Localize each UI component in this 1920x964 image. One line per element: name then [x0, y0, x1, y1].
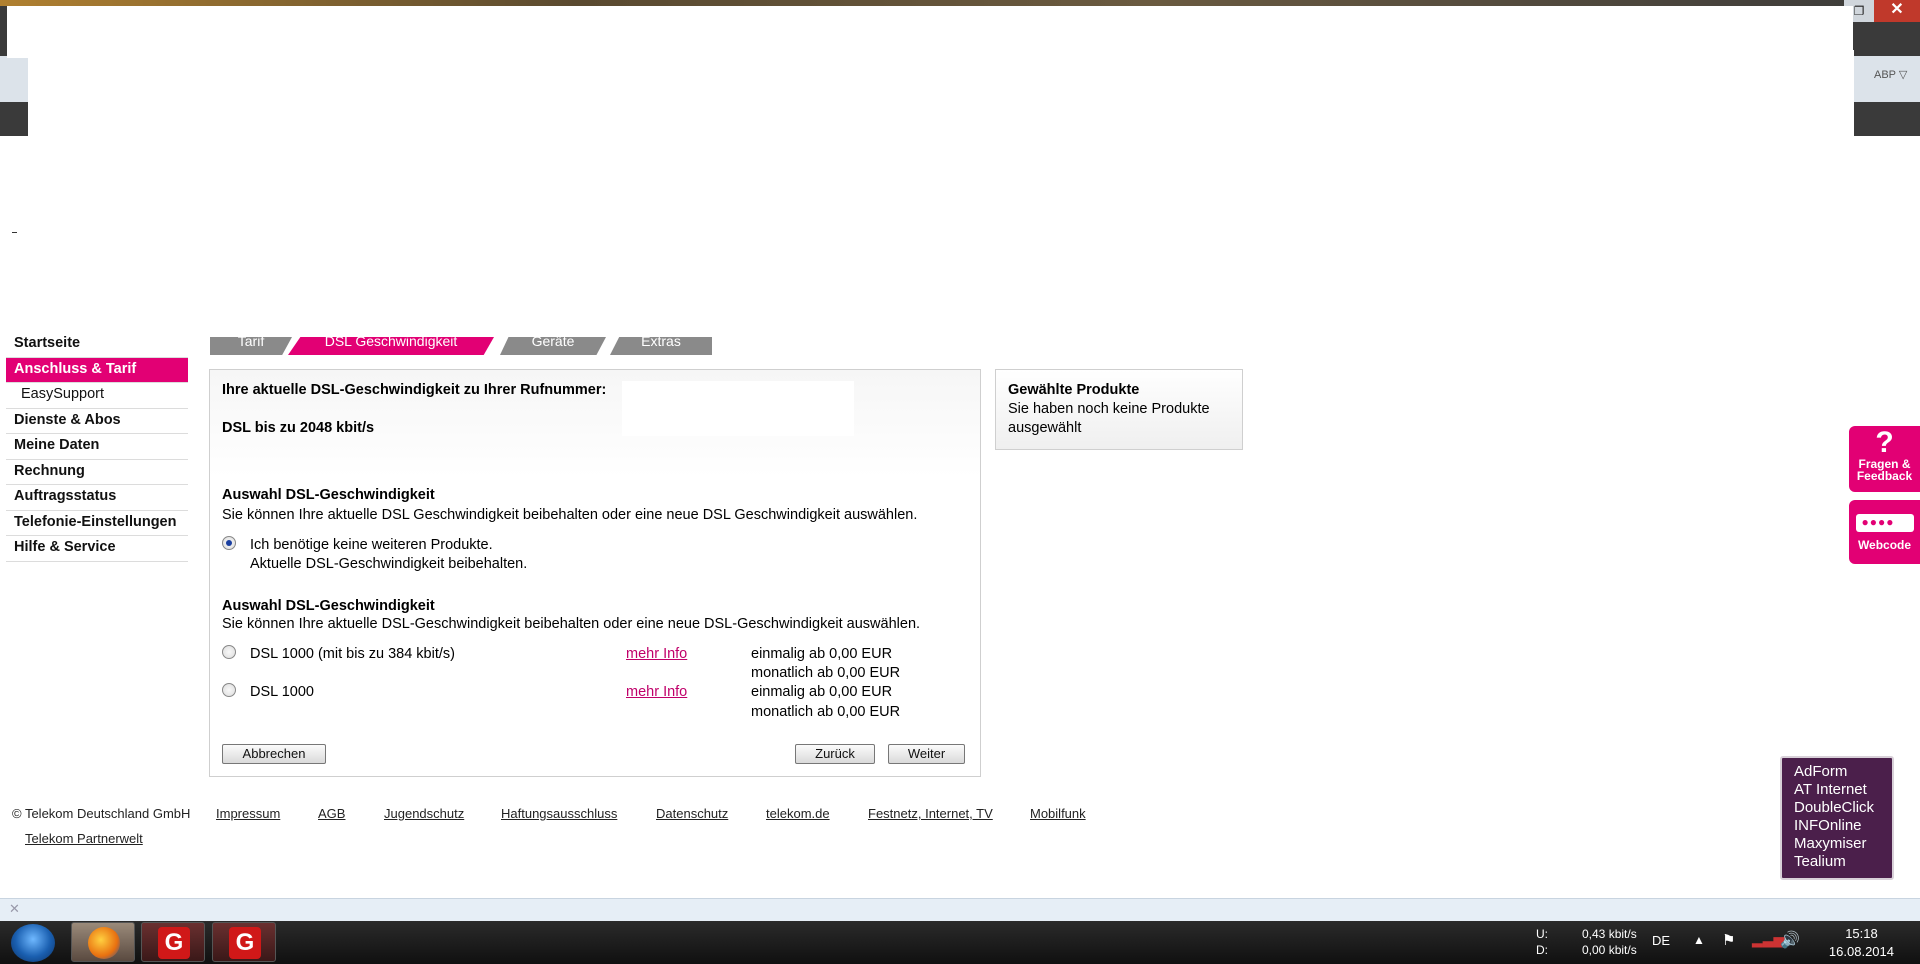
windows-start-icon[interactable]	[11, 924, 55, 962]
nav-item-telefonie-einstellungen[interactable]: Telefonie-Einstellungen	[6, 511, 188, 536]
cancel-button[interactable]: Abbrechen	[222, 744, 326, 764]
webcode-input-icon: ●●●●	[1855, 514, 1914, 532]
footer-link-festnetz[interactable]: Festnetz, Internet, TV	[868, 806, 993, 821]
webcode-widget[interactable]: ●●●● Webcode	[1849, 500, 1920, 564]
current-speed-heading: Ihre aktuelle DSL-Geschwindigkeit zu Ihr…	[222, 382, 607, 398]
back-button[interactable]: Zurück	[795, 744, 875, 764]
next-button[interactable]: Weiter	[888, 744, 965, 764]
question-icon: ?	[1875, 426, 1894, 459]
close-icon[interactable]: ✕	[9, 901, 20, 917]
feedback-widget[interactable]: ? Fragen & Feedback	[1849, 426, 1920, 492]
dsl1000-radio[interactable]	[222, 683, 236, 697]
tracker-item: AdForm	[1794, 763, 1848, 780]
nav-item-anschluss-tarif[interactable]: Anschluss & Tarif	[6, 357, 188, 383]
keep-speed-label-1: Ich benötige keine weiteren Produkte.	[250, 537, 493, 553]
upload-rate: 0,43 kbit/s	[1582, 927, 1637, 941]
selected-products-text: Sie haben noch keine Produkte ausgewählt	[1008, 401, 1210, 436]
current-speed-value: DSL bis zu 2048 kbit/s	[222, 420, 375, 436]
step-geraete: Geräte	[500, 337, 606, 355]
footer-link-haftungsausschluss[interactable]: Haftungsausschluss	[501, 806, 617, 821]
nav-item-dienste-abos[interactable]: Dienste & Abos	[6, 409, 188, 434]
footer-copyright: © Telekom Deutschland GmbH	[12, 806, 191, 821]
nav-item-rechnung[interactable]: Rechnung	[6, 460, 188, 485]
keep-speed-radio[interactable]	[222, 536, 236, 550]
download-label: D:	[1536, 943, 1548, 957]
nav-item-hilfe-service[interactable]: Hilfe & Service	[6, 536, 188, 562]
taskbar-firefox[interactable]	[71, 922, 135, 962]
footer-link-agb[interactable]: AGB	[318, 806, 345, 821]
keep-speed-label-2: Aktuelle DSL-Geschwindigkeit beibehalten…	[250, 556, 528, 572]
phone-number-redacted	[622, 381, 854, 436]
step-tarif: Tarif	[210, 337, 292, 355]
nav-item-auftragsstatus[interactable]: Auftragsstatus	[6, 485, 188, 511]
system-clock[interactable]: 15:18 16.08.2014	[1829, 925, 1894, 961]
tracker-item: Tealium	[1794, 853, 1846, 870]
nav-item-startseite[interactable]: Startseite	[6, 332, 188, 358]
tracker-item: INFOnline	[1794, 817, 1862, 834]
nav-item-easysupport[interactable]: EasySupport	[6, 383, 188, 409]
step-extras: Extras	[610, 337, 712, 355]
dsl-speed-panel: Ihre aktuelle DSL-Geschwindigkeit zu Ihr…	[209, 369, 981, 777]
upload-label: U:	[1536, 927, 1548, 941]
footer-link-telekom-de[interactable]: telekom.de	[766, 806, 830, 821]
gdata-icon: G	[229, 927, 261, 959]
dsl1000-384-label: DSL 1000 (mit bis zu 384 kbit/s)	[250, 646, 455, 662]
webcode-label: Webcode	[1857, 538, 1912, 552]
clock-time: 15:18	[1845, 926, 1878, 941]
taskbar: G G U: D: 0,43 kbit/s 0,00 kbit/s DE ▲ ⚑…	[0, 921, 1920, 964]
step-dsl-geschwindigkeit: DSL Geschwindigkeit	[288, 337, 494, 355]
selected-products-box: Gewählte Produkte Sie haben noch keine P…	[995, 369, 1243, 450]
firefox-icon	[88, 927, 120, 959]
dsl1000-more-info-link[interactable]: mehr Info	[626, 684, 687, 700]
footer-link-impressum[interactable]: Impressum	[216, 806, 280, 821]
footer-link-datenschutz[interactable]: Datenschutz	[656, 806, 728, 821]
taskbar-gdata-2[interactable]: G	[212, 922, 276, 962]
progress-steps: Tarif DSL Geschwindigkeit Geräte Extras	[210, 337, 730, 355]
clock-date: 16.08.2014	[1828, 944, 1894, 959]
footer-link-jugendschutz[interactable]: Jugendschutz	[384, 806, 464, 821]
dsl1000-384-monthly-price: monatlich ab 0,00 EUR	[751, 665, 901, 681]
footer-link-mobilfunk[interactable]: Mobilfunk	[1030, 806, 1086, 821]
feedback-label-2: Feedback	[1856, 469, 1913, 483]
tracker-item: AT Internet	[1794, 781, 1867, 798]
tracker-item: Maxymiser	[1794, 835, 1867, 852]
notification-bar: ✕	[0, 898, 1920, 921]
flag-icon[interactable]: ⚑	[1722, 931, 1735, 949]
adblock-icon[interactable]: ABP ▽	[1874, 68, 1912, 88]
language-indicator[interactable]: DE	[1652, 933, 1670, 948]
dsl1000-384-radio[interactable]	[222, 645, 236, 659]
section2-description: Sie können Ihre aktuelle DSL-Geschwindig…	[222, 616, 921, 632]
left-navigation: Startseite Anschluss & Tarif EasySupport…	[6, 332, 188, 562]
section1-title: Auswahl DSL-Geschwindigkeit	[222, 487, 435, 503]
divider	[12, 232, 17, 233]
download-rate: 0,00 kbit/s	[1582, 943, 1637, 957]
tracker-item: DoubleClick	[1794, 799, 1875, 816]
volume-icon[interactable]: 🔊	[1780, 930, 1800, 950]
show-hidden-icons[interactable]: ▲	[1693, 933, 1705, 947]
gdata-icon: G	[158, 927, 190, 959]
footer-link-partnerwelt[interactable]: Telekom Partnerwelt	[25, 831, 143, 846]
section1-description: Sie können Ihre aktuelle DSL Geschwindig…	[222, 507, 918, 523]
taskbar-gdata-1[interactable]: G	[141, 922, 205, 962]
close-button[interactable]: ✕	[1874, 0, 1920, 22]
dsl1000-384-more-info-link[interactable]: mehr Info	[626, 646, 687, 662]
dsl1000-monthly-price: monatlich ab 0,00 EUR	[751, 704, 901, 720]
selected-products-title: Gewählte Produkte	[1008, 382, 1140, 398]
dsl1000-once-price: einmalig ab 0,00 EUR	[751, 684, 893, 700]
tracker-list-popup: AdForm AT Internet DoubleClick INFOnline…	[1780, 756, 1894, 880]
dsl1000-384-once-price: einmalig ab 0,00 EUR	[751, 646, 893, 662]
header-overlay-lower	[28, 50, 1854, 136]
dsl1000-label: DSL 1000	[250, 684, 314, 700]
nav-item-meine-daten[interactable]: Meine Daten	[6, 434, 188, 460]
section2-title: Auswahl DSL-Geschwindigkeit	[222, 598, 435, 614]
